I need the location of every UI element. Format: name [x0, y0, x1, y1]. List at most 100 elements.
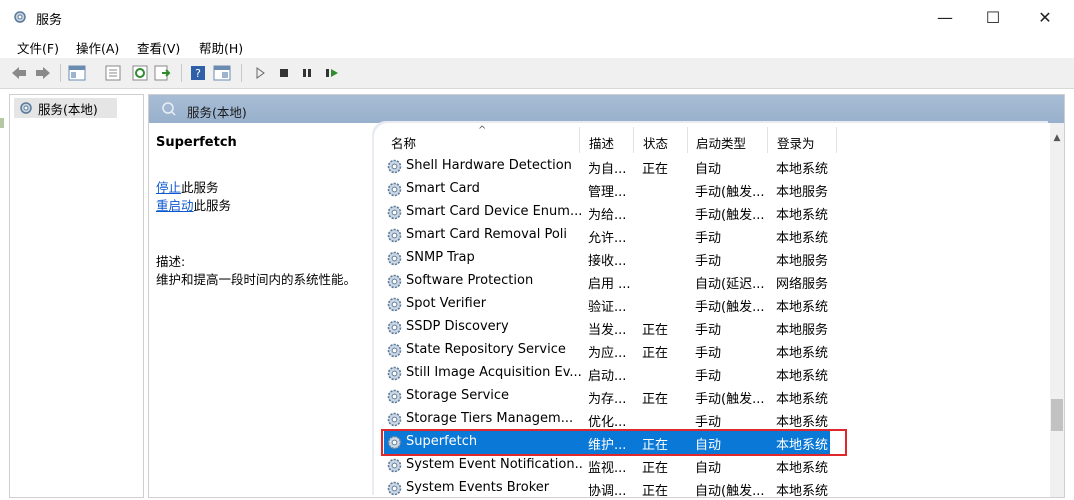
table-row[interactable]: System Event Notification... 监视... 正在 自动 本地系… — [384, 454, 830, 477]
table-row-selected[interactable]: Superfetch 维护... 正在 自动 本地系统 — [381, 429, 847, 456]
properties-icon[interactable] — [104, 65, 122, 81]
service-description: 为自... — [588, 162, 627, 177]
column-name[interactable]: 名称 — [391, 133, 416, 152]
service-logon-as: 本地系统 — [776, 346, 829, 361]
column-startup-type[interactable]: 启动类型 — [696, 133, 746, 152]
column-divider[interactable] — [579, 127, 580, 153]
restart-service-link[interactable]: 重启动 — [156, 198, 194, 213]
service-name: Storage Tiers Managem... — [406, 411, 574, 426]
toolbar-separator — [60, 64, 61, 82]
table-row[interactable]: Smart Card Removal Poli 允许... 手动 本地系统 — [384, 224, 830, 247]
refresh-icon[interactable] — [131, 65, 149, 81]
menu-file[interactable]: 文件(F) — [17, 38, 59, 57]
services-gear-icon — [14, 11, 26, 23]
service-name: Storage Service — [406, 388, 510, 403]
table-row[interactable]: State Repository Service 为应... 正在 手动 本地系统 — [384, 339, 830, 362]
table-row[interactable]: System Events Broker 协调... 正在 自动(触发... 本地系统 — [384, 477, 830, 500]
view-icon[interactable] — [213, 65, 231, 81]
table-row[interactable]: Smart Card Device Enum... 为给... 手动(触发... 本地… — [384, 201, 830, 224]
scrollbar-thumb[interactable] — [1051, 399, 1063, 431]
service-startup-type: 手动 — [695, 231, 722, 246]
menu-action[interactable]: 操作(A) — [76, 38, 119, 57]
table-row[interactable]: SSDP Discovery 当发... 正在 手动 本地服务 — [384, 316, 830, 339]
table-row[interactable]: Smart Card 管理... 手动(触发... 本地服务 — [384, 178, 830, 201]
table-row[interactable]: Still Image Acquisition Ev... 启动... 手动 本地系统 — [384, 362, 830, 385]
selected-service-name: Superfetch — [156, 135, 237, 150]
services-list: 名称 ^ 描述 状态 启动类型 登录为 Shell Hardware Detec… — [374, 123, 1050, 500]
maximize-button[interactable]: ☐ — [970, 0, 1016, 34]
description-label: 描述: — [156, 254, 186, 269]
service-gear-icon — [387, 366, 402, 381]
back-icon[interactable] — [10, 65, 28, 81]
service-logon-as: 本地系统 — [776, 438, 829, 453]
close-button[interactable]: ✕ — [1022, 0, 1068, 34]
extended-info-panel: Superfetch 停止此服务 重启动此服务 描述: 维护和提高一段时间内的系… — [149, 123, 374, 497]
help-icon[interactable]: ? — [190, 65, 206, 81]
service-logon-as: 本地系统 — [776, 415, 829, 430]
menu-help[interactable]: 帮助(H) — [199, 38, 243, 57]
service-logon-as: 本地系统 — [776, 231, 829, 246]
column-divider[interactable] — [836, 127, 837, 153]
table-row[interactable]: Software Protection 启用 ... 自动(延迟... 网络服务 — [384, 270, 830, 293]
vertical-scrollbar[interactable]: ▲ — [1050, 123, 1064, 497]
minimize-button[interactable]: — — [922, 0, 968, 34]
column-description[interactable]: 描述 — [589, 133, 614, 152]
export-list-icon[interactable] — [153, 65, 171, 81]
service-status: 正在 — [642, 162, 669, 177]
restart-service-icon[interactable] — [325, 65, 339, 81]
table-row[interactable]: Storage Tiers Managem... 优化... 手动 本地系统 — [384, 408, 830, 431]
service-gear-icon — [387, 182, 402, 197]
table-row[interactable]: Storage Service 为存... 正在 手动(触发... 本地系统 — [384, 385, 830, 408]
service-name: State Repository Service — [406, 342, 566, 357]
service-name: System Events Broker — [406, 480, 550, 495]
show-console-tree-icon[interactable] — [68, 65, 86, 81]
service-startup-type: 手动 — [695, 346, 722, 361]
table-row[interactable]: Shell Hardware Detection 为自... 正在 自动 本地系统 — [384, 155, 830, 178]
service-gear-icon — [387, 251, 402, 266]
service-startup-type: 手动 — [695, 254, 722, 269]
service-name: System Event Notification... — [406, 457, 582, 472]
column-divider[interactable] — [633, 127, 634, 153]
toolbar-separator — [181, 64, 182, 82]
scroll-up-icon[interactable]: ▲ — [1050, 133, 1064, 143]
service-logon-as: 本地系统 — [776, 392, 829, 407]
service-logon-as: 本地系统 — [776, 369, 829, 384]
service-status: 正在 — [642, 346, 669, 361]
service-gear-icon — [387, 320, 402, 335]
column-divider[interactable] — [767, 127, 768, 153]
tree-item-services-local[interactable]: 服务(本地) — [14, 98, 117, 118]
service-startup-type: 自动(延迟... — [695, 277, 765, 292]
service-logon-as: 本地系统 — [776, 208, 829, 223]
service-description: 为应... — [588, 346, 627, 361]
service-gear-icon — [387, 412, 402, 427]
service-name: Smart Card Device Enum... — [406, 204, 582, 219]
service-logon-as: 网络服务 — [776, 277, 829, 292]
service-description: 为存... — [588, 392, 627, 407]
service-name: Shell Hardware Detection — [406, 158, 572, 173]
menu-bar: 文件(F) 操作(A) 查看(V) 帮助(H) — [0, 34, 1074, 58]
forward-icon[interactable] — [34, 65, 52, 81]
stop-service-link[interactable]: 停止 — [156, 180, 181, 195]
service-gear-icon — [387, 205, 402, 220]
column-status[interactable]: 状态 — [643, 133, 668, 152]
service-gear-icon — [387, 228, 402, 243]
edge-mark — [0, 118, 4, 128]
table-row[interactable]: Spot Verifier 验证... 手动(触发... 本地系统 — [384, 293, 830, 316]
menu-view[interactable]: 查看(V) — [137, 38, 180, 57]
service-status: 正在 — [642, 392, 669, 407]
service-logon-as: 本地系统 — [776, 300, 829, 315]
search-gear-icon — [162, 102, 176, 116]
service-startup-type: 手动(触发... — [695, 300, 765, 315]
column-logon-as[interactable]: 登录为 — [777, 133, 815, 152]
start-service-icon[interactable] — [254, 65, 266, 81]
service-name: SNMP Trap — [406, 250, 475, 265]
service-name: Spot Verifier — [406, 296, 487, 311]
table-row[interactable]: SNMP Trap 接收... 手动 本地服务 — [384, 247, 830, 270]
service-description: 管理... — [588, 185, 627, 200]
pause-service-icon[interactable] — [301, 65, 313, 81]
column-divider[interactable] — [687, 127, 688, 153]
service-logon-as: 本地服务 — [776, 254, 829, 269]
service-gear-icon — [387, 481, 402, 496]
sort-ascending-icon: ^ — [478, 125, 487, 136]
stop-service-icon[interactable] — [278, 65, 290, 81]
